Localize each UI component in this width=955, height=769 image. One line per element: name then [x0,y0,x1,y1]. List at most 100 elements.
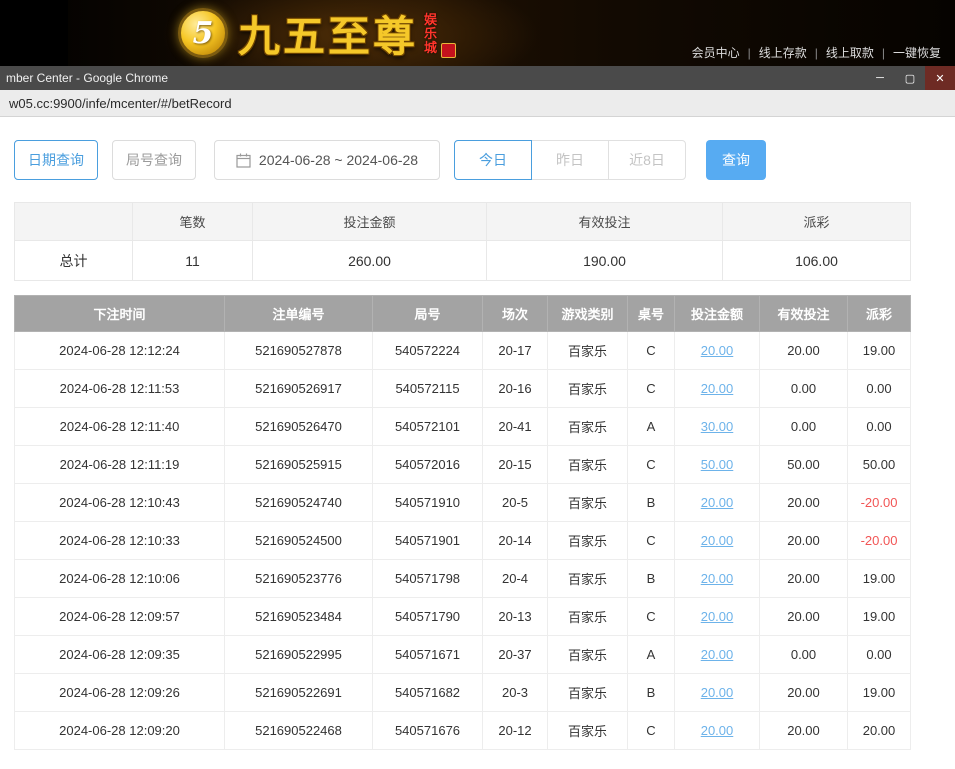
bet-records-table: 下注时间注单编号局号场次游戏类别桌号投注金额有效投注派彩 2024-06-28 … [14,295,911,750]
summary-header-cell [15,203,133,241]
summary-header-cell: 派彩 [723,203,911,241]
order-id-cell: 521690522691 [225,674,373,712]
summary-header-row: 笔数投注金额有效投注派彩 [15,203,911,241]
badge-char: 乐 [424,27,437,41]
bet-amount-cell[interactable]: 20.00 [675,712,760,750]
game-type-cell: 百家乐 [548,484,628,522]
order-id-cell: 521690525915 [225,446,373,484]
bet-amount-link[interactable]: 20.00 [701,381,734,396]
bet-amount-cell[interactable]: 20.00 [675,674,760,712]
game-type-cell: 百家乐 [548,408,628,446]
table-row: 2024-06-28 12:10:33521690524500540571901… [15,522,911,560]
bet-amount-cell[interactable]: 20.00 [675,636,760,674]
bet-amount-link[interactable]: 20.00 [701,647,734,662]
session-cell: 20-13 [483,598,548,636]
table-no-cell: A [628,408,675,446]
valid-bet-cell: 20.00 [760,598,848,636]
bet-table-header-cell: 注单编号 [225,296,373,332]
top-nav-link[interactable]: 线上取款 [818,46,882,60]
payout-cell: 19.00 [848,332,911,370]
table-row: 2024-06-28 12:11:53521690526917540572115… [15,370,911,408]
table-row: 2024-06-28 12:12:24521690527878540572224… [15,332,911,370]
bet-amount-link[interactable]: 20.00 [701,495,734,510]
bet-amount-link[interactable]: 20.00 [701,533,734,548]
summary-value-cell: 11 [133,241,253,281]
date-range-input[interactable]: 2024-06-28 ~ 2024-06-28 [214,140,440,180]
bet-time-cell: 2024-06-28 12:10:43 [15,484,225,522]
quick-range-button[interactable]: 昨日 [531,140,609,180]
valid-bet-cell: 0.00 [760,370,848,408]
maximize-icon[interactable]: ▢ [895,66,925,90]
bet-time-cell: 2024-06-28 12:12:24 [15,332,225,370]
order-id-cell: 521690526470 [225,408,373,446]
table-row: 2024-06-28 12:10:06521690523776540571798… [15,560,911,598]
payout-cell: 20.00 [848,712,911,750]
valid-bet-cell: 20.00 [760,712,848,750]
payout-cell: -20.00 [848,484,911,522]
address-bar[interactable]: w05.cc:9900/infe/mcenter/#/betRecord [0,90,955,117]
bet-table-header-cell: 场次 [483,296,548,332]
session-cell: 20-4 [483,560,548,598]
bet-amount-link[interactable]: 30.00 [701,419,734,434]
payout-cell: 19.00 [848,674,911,712]
top-nav-link[interactable]: 线上存款 [751,46,815,60]
bet-amount-cell[interactable]: 20.00 [675,484,760,522]
top-nav-link[interactable]: 会员中心 [684,46,748,60]
table-no-cell: C [628,712,675,750]
round-id-cell: 540571901 [373,522,483,560]
main-content: 日期查询 局号查询 2024-06-28 ~ 2024-06-28 今日昨日近8… [0,117,955,750]
session-cell: 20-14 [483,522,548,560]
table-row: 2024-06-28 12:11:40521690526470540572101… [15,408,911,446]
bet-amount-cell[interactable]: 20.00 [675,598,760,636]
game-type-cell: 百家乐 [548,446,628,484]
summary-value-cell: 106.00 [723,241,911,281]
bet-time-cell: 2024-06-28 12:10:06 [15,560,225,598]
summary-total-row: 总计11260.00190.00106.00 [15,241,911,281]
bet-table-header-cell: 桌号 [628,296,675,332]
bet-amount-link[interactable]: 20.00 [701,609,734,624]
bet-amount-link[interactable]: 20.00 [701,343,734,358]
top-nav-link[interactable]: 一键恢复 [885,46,949,60]
game-type-cell: 百家乐 [548,560,628,598]
order-id-cell: 521690526917 [225,370,373,408]
minimize-icon[interactable]: ─ [865,66,895,90]
summary-value-cell: 190.00 [487,241,723,281]
valid-bet-cell: 0.00 [760,636,848,674]
bet-amount-cell[interactable]: 20.00 [675,522,760,560]
round-id-cell: 540572224 [373,332,483,370]
table-no-cell: C [628,598,675,636]
seal-icon [441,43,456,58]
table-no-cell: C [628,446,675,484]
bet-amount-link[interactable]: 20.00 [701,571,734,586]
table-no-cell: C [628,332,675,370]
badge-char: 娱 [424,13,437,27]
window-controls: ─ ▢ ✕ [865,66,955,90]
session-cell: 20-12 [483,712,548,750]
table-no-cell: B [628,484,675,522]
bet-amount-cell[interactable]: 20.00 [675,332,760,370]
bet-time-cell: 2024-06-28 12:11:40 [15,408,225,446]
bet-table-header-cell: 派彩 [848,296,911,332]
bet-table-header-cell: 有效投注 [760,296,848,332]
bet-amount-cell[interactable]: 30.00 [675,408,760,446]
bet-table-header-cell: 下注时间 [15,296,225,332]
table-no-cell: C [628,522,675,560]
bet-amount-link[interactable]: 50.00 [701,457,734,472]
table-row: 2024-06-28 12:09:35521690522995540571671… [15,636,911,674]
bet-amount-link[interactable]: 20.00 [701,685,734,700]
table-row: 2024-06-28 12:09:26521690522691540571682… [15,674,911,712]
bet-amount-link[interactable]: 20.00 [701,723,734,738]
summary-header-cell: 有效投注 [487,203,723,241]
quick-range-button[interactable]: 今日 [454,140,532,180]
valid-bet-cell: 20.00 [760,674,848,712]
bet-amount-cell[interactable]: 50.00 [675,446,760,484]
round-id-cell: 540572101 [373,408,483,446]
close-icon[interactable]: ✕ [925,66,955,90]
quick-range-button[interactable]: 近8日 [608,140,686,180]
bet-table-header-cell: 游戏类别 [548,296,628,332]
bet-amount-cell[interactable]: 20.00 [675,370,760,408]
date-query-tab[interactable]: 日期查询 [14,140,98,180]
bet-amount-cell[interactable]: 20.00 [675,560,760,598]
search-button[interactable]: 查询 [706,140,766,180]
round-query-tab[interactable]: 局号查询 [112,140,196,180]
